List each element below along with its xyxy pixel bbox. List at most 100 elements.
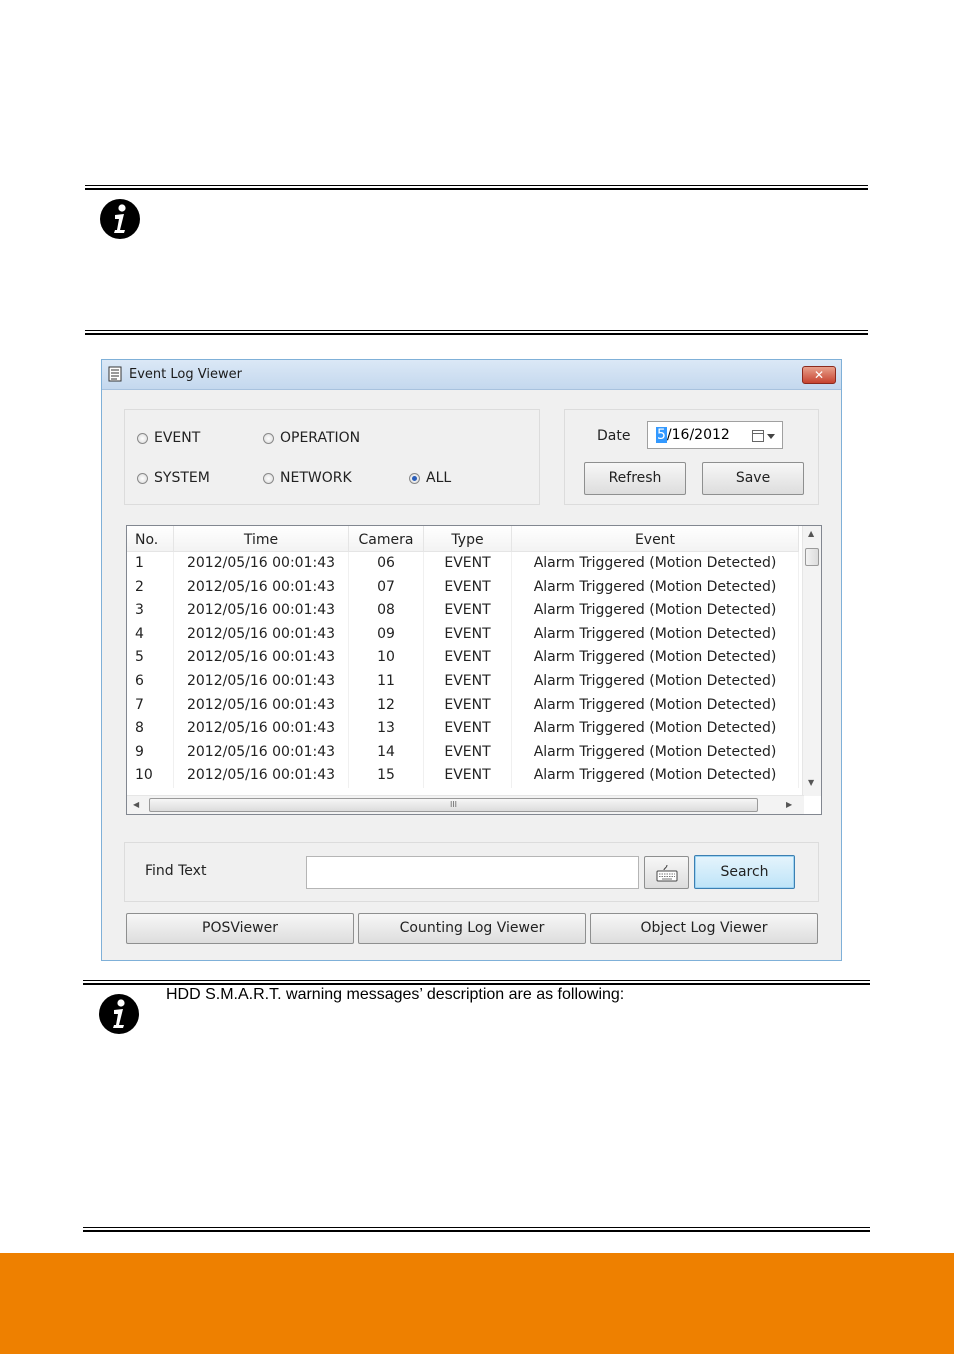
radio-network-dot[interactable]: [263, 472, 274, 484]
horizontal-scroll-thumb[interactable]: III: [149, 798, 758, 812]
table-row[interactable]: 5 2012/05/16 00:01:43 10 EVENT Alarm Tri…: [127, 646, 799, 670]
cell-type: EVENT: [424, 646, 512, 670]
cell-camera: 14: [349, 740, 424, 765]
column-header-time[interactable]: Time: [174, 526, 349, 551]
cell-event: Alarm Triggered (Motion Detected): [512, 622, 799, 647]
cell-type: EVENT: [424, 669, 512, 694]
column-header-type[interactable]: Type: [424, 526, 512, 551]
table-row[interactable]: 10 2012/05/16 00:01:43 15 EVENT Alarm Tr…: [127, 764, 799, 788]
table-row[interactable]: 3 2012/05/16 00:01:43 08 EVENT Alarm Tri…: [127, 599, 799, 623]
cell-type: EVENT: [424, 599, 512, 623]
radio-operation-dot[interactable]: [263, 432, 274, 444]
smart-note-text: HDD S.M.A.R.T. warning messages’ descrip…: [166, 986, 625, 1003]
counting-log-viewer-button[interactable]: Counting Log Viewer: [358, 913, 586, 944]
info-icon: [100, 199, 140, 239]
note-top-rule: [83, 980, 870, 985]
cell-camera: 13: [349, 717, 424, 741]
date-label: Date: [597, 428, 631, 444]
column-header-no[interactable]: No.: [127, 526, 174, 551]
calendar-icon[interactable]: [752, 430, 776, 442]
pos-viewer-button[interactable]: POSViewer: [126, 913, 354, 944]
footer-band: [0, 1253, 954, 1354]
radio-event[interactable]: EVENT: [137, 430, 200, 446]
radio-network[interactable]: NETWORK: [263, 470, 352, 486]
table-row[interactable]: 9 2012/05/16 00:01:43 14 EVENT Alarm Tri…: [127, 740, 799, 765]
cell-type: EVENT: [424, 693, 512, 718]
close-button[interactable]: ✕: [802, 366, 836, 384]
note-bottom-rule: [83, 1227, 870, 1232]
column-header-camera[interactable]: Camera: [349, 526, 424, 551]
scroll-down-icon[interactable]: ▼: [808, 778, 814, 787]
scroll-up-icon[interactable]: ▲: [808, 529, 814, 538]
radio-all-label: ALL: [426, 470, 452, 486]
keyboard-button[interactable]: [644, 856, 689, 889]
table-row[interactable]: 8 2012/05/16 00:01:43 13 EVENT Alarm Tri…: [127, 717, 799, 741]
cell-camera: 07: [349, 575, 424, 600]
cell-time: 2012/05/16 00:01:43: [174, 552, 349, 576]
scroll-left-icon[interactable]: ◀: [133, 800, 139, 809]
cell-type: EVENT: [424, 575, 512, 600]
radio-system[interactable]: SYSTEM: [137, 470, 210, 486]
cell-no: 9: [127, 740, 174, 765]
cell-time: 2012/05/16 00:01:43: [174, 717, 349, 741]
cell-type: EVENT: [424, 717, 512, 741]
object-log-viewer-label: Object Log Viewer: [640, 920, 768, 936]
save-button-label: Save: [735, 470, 771, 486]
horizontal-scrollbar[interactable]: ◀ III ▶: [127, 795, 804, 814]
mid-rule: [85, 330, 868, 335]
radio-event-dot[interactable]: [137, 432, 148, 444]
save-button[interactable]: Save: [702, 462, 804, 495]
object-log-viewer-button[interactable]: Object Log Viewer: [590, 913, 818, 944]
cell-camera: 15: [349, 764, 424, 788]
radio-all[interactable]: ALL: [409, 470, 451, 486]
radio-system-label: SYSTEM: [154, 470, 210, 486]
cell-no: 1: [127, 552, 174, 576]
find-text-input[interactable]: [306, 856, 639, 889]
table-row[interactable]: 4 2012/05/16 00:01:43 09 EVENT Alarm Tri…: [127, 622, 799, 647]
cell-type: EVENT: [424, 622, 512, 647]
table-body: 1 2012/05/16 00:01:43 06 EVENT Alarm Tri…: [127, 552, 799, 788]
table-row[interactable]: 2 2012/05/16 00:01:43 07 EVENT Alarm Tri…: [127, 575, 799, 600]
window-client: EVENT OPERATION SYSTEM NETWORK ALL Date: [104, 391, 839, 958]
info-icon: [99, 994, 139, 1034]
refresh-button[interactable]: Refresh: [584, 462, 686, 495]
table-row[interactable]: 6 2012/05/16 00:01:43 11 EVENT Alarm Tri…: [127, 669, 799, 694]
cell-time: 2012/05/16 00:01:43: [174, 764, 349, 788]
radio-system-dot[interactable]: [137, 472, 148, 484]
search-button[interactable]: Search: [694, 855, 795, 889]
cell-camera: 06: [349, 552, 424, 576]
cell-camera: 10: [349, 646, 424, 670]
cell-event: Alarm Triggered (Motion Detected): [512, 764, 799, 788]
cell-time: 2012/05/16 00:01:43: [174, 622, 349, 647]
cell-no: 8: [127, 717, 174, 741]
event-table[interactable]: No. Time Camera Type Event 1 2012/05/16 …: [126, 525, 822, 815]
cell-no: 6: [127, 669, 174, 694]
cell-time: 2012/05/16 00:01:43: [174, 575, 349, 600]
cell-time: 2012/05/16 00:01:43: [174, 740, 349, 765]
cell-type: EVENT: [424, 764, 512, 788]
window-title: Event Log Viewer: [129, 367, 242, 382]
title-bar[interactable]: Event Log Viewer ✕: [102, 360, 841, 390]
table-row[interactable]: 7 2012/05/16 00:01:43 12 EVENT Alarm Tri…: [127, 693, 799, 718]
cell-event: Alarm Triggered (Motion Detected): [512, 552, 799, 576]
column-header-event[interactable]: Event: [512, 526, 799, 551]
radio-all-dot[interactable]: [409, 472, 420, 484]
cell-event: Alarm Triggered (Motion Detected): [512, 669, 799, 694]
cell-time: 2012/05/16 00:01:43: [174, 646, 349, 670]
date-value-rest: /16/2012: [666, 427, 730, 443]
vertical-scroll-thumb[interactable]: [805, 548, 819, 566]
scroll-grip: III: [449, 800, 458, 809]
vertical-scrollbar[interactable]: ▲ ▼: [802, 526, 821, 796]
table-row[interactable]: 1 2012/05/16 00:01:43 06 EVENT Alarm Tri…: [127, 552, 799, 576]
radio-operation[interactable]: OPERATION: [263, 430, 360, 446]
date-group: Date 5/16/2012 Refresh Save: [564, 409, 819, 505]
cell-no: 5: [127, 646, 174, 670]
cell-event: Alarm Triggered (Motion Detected): [512, 740, 799, 765]
top-rule: [85, 185, 868, 190]
scroll-right-icon[interactable]: ▶: [786, 800, 792, 809]
cell-time: 2012/05/16 00:01:43: [174, 599, 349, 623]
date-picker[interactable]: 5/16/2012: [647, 421, 783, 449]
refresh-button-label: Refresh: [608, 470, 662, 486]
event-log-viewer-window: Event Log Viewer ✕ EVENT OPERATION SYSTE…: [101, 359, 842, 961]
find-group: Find Text Search: [124, 842, 819, 902]
